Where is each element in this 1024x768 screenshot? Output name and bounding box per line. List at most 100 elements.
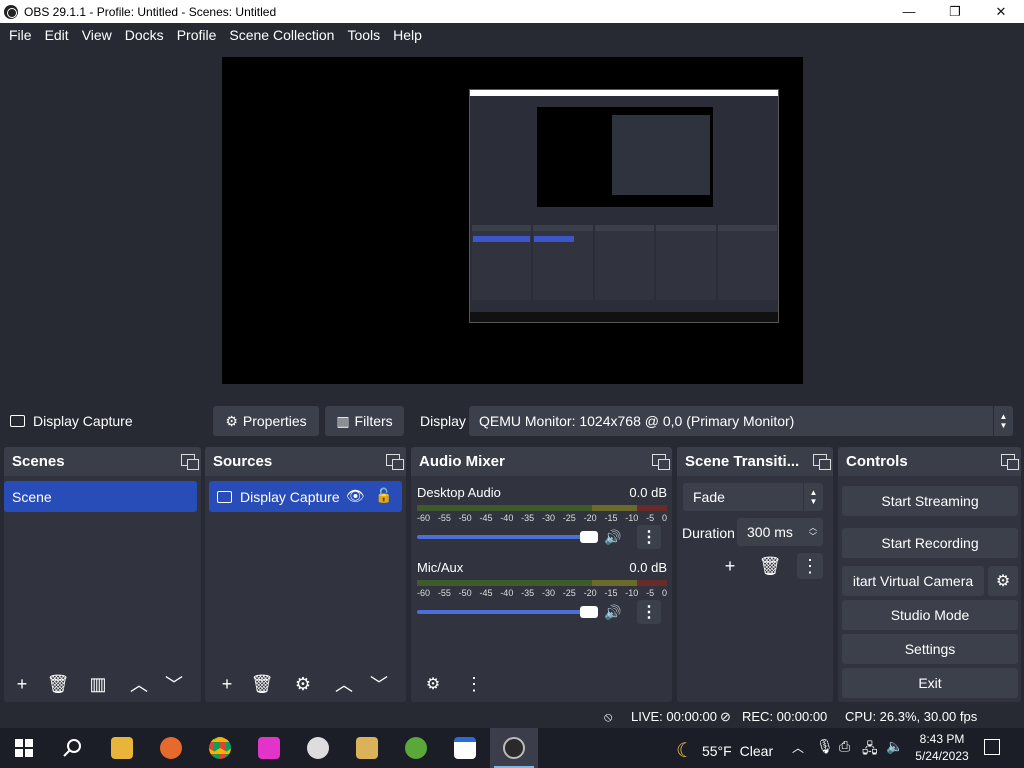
undock-icon[interactable] bbox=[1001, 454, 1019, 470]
start-button[interactable] bbox=[0, 728, 48, 768]
search-button[interactable] bbox=[48, 728, 96, 768]
volume-slider-handle[interactable] bbox=[580, 531, 598, 543]
undock-icon[interactable] bbox=[813, 454, 831, 470]
menu-tools[interactable]: Tools bbox=[342, 27, 385, 43]
plus-icon: + bbox=[724, 555, 736, 576]
channel-db: 0.0 dB bbox=[629, 485, 667, 500]
menu-view[interactable]: View bbox=[77, 27, 117, 43]
lock-icon[interactable]: 🔓 bbox=[375, 487, 392, 504]
virtual-camera-settings-button[interactable]: ⚙ bbox=[988, 566, 1018, 596]
audio-channel: Mic/Aux 0.0 dB -60 -55 -50 -45 -40 -35 -30 -25-… bbox=[417, 560, 667, 624]
taskbar-app-face[interactable] bbox=[294, 728, 342, 768]
chevron-updown-icon: ▲ ▼ bbox=[803, 483, 823, 511]
display-select-value: QEMU Monitor: 1024x768 @ 0,0 (Primary Mo… bbox=[479, 413, 795, 429]
window-icon bbox=[454, 737, 476, 759]
chrome-icon bbox=[209, 737, 231, 759]
volume-slider[interactable] bbox=[417, 610, 587, 614]
speaker-icon[interactable]: 🔊 bbox=[604, 529, 621, 546]
start-streaming-button[interactable]: Start Streaming bbox=[842, 486, 1018, 516]
studio-mode-button[interactable]: Studio Mode bbox=[842, 600, 1018, 630]
minimize-button[interactable]: — bbox=[886, 0, 932, 23]
taskbar-app-pink[interactable] bbox=[245, 728, 293, 768]
remove-transition-button[interactable]: 🗑 bbox=[757, 553, 783, 579]
system-clock[interactable]: 8:43 PM 5/24/2023 bbox=[912, 731, 972, 765]
maximize-button[interactable]: ❐ bbox=[932, 0, 978, 23]
more-vertical-icon: ⋮ bbox=[465, 673, 483, 694]
settings-button[interactable]: Settings bbox=[842, 634, 1018, 664]
taskbar-obs[interactable] bbox=[490, 728, 538, 768]
taskbar-app-green[interactable] bbox=[392, 728, 440, 768]
add-transition-button[interactable]: + bbox=[717, 553, 743, 579]
volume-slider-handle[interactable] bbox=[580, 606, 598, 618]
meter-ticks: -60 -55 -50 -45 -40 -35 -30 -25 -20 -15 -10 -5 0 bbox=[417, 588, 667, 598]
trash-icon: 🗑 bbox=[250, 673, 274, 694]
scene-item[interactable]: Scene bbox=[4, 481, 197, 512]
firefox-icon bbox=[160, 737, 182, 759]
undock-icon[interactable] bbox=[181, 454, 199, 470]
channel-menu-button[interactable]: ⋮ bbox=[637, 525, 661, 549]
taskbar-app-window[interactable] bbox=[441, 728, 489, 768]
move-scene-down-button[interactable]: ﹀ bbox=[161, 671, 187, 697]
audio-menu-button[interactable]: ⋮ bbox=[461, 671, 487, 697]
properties-button[interactable]: ⚙ Properties bbox=[213, 406, 319, 436]
chevron-up-icon[interactable]: ︿ bbox=[792, 739, 804, 756]
scene-item-label: Scene bbox=[12, 488, 52, 505]
volume-icon[interactable]: 🔈 bbox=[886, 738, 903, 755]
meter-ticks: -60 -55 -50 -45 -40 -35 -30 -25 -20 -15 -10 -5 0 bbox=[417, 513, 667, 523]
controls-dock: Controls Start Streaming Start Recording… bbox=[838, 447, 1021, 702]
menu-edit[interactable]: Edit bbox=[40, 27, 74, 43]
menu-scene-collection[interactable]: Scene Collection bbox=[224, 27, 339, 43]
start-virtual-camera-button[interactable]: itart Virtual Camera bbox=[842, 566, 984, 596]
taskbar-chrome[interactable] bbox=[196, 728, 244, 768]
taskbar-file-explorer[interactable] bbox=[98, 728, 146, 768]
camera-icon[interactable]: ⎙ bbox=[839, 738, 850, 755]
duration-spinbox[interactable]: 300 ms ︿ ﹀ bbox=[737, 518, 823, 546]
undock-icon[interactable] bbox=[386, 454, 404, 470]
menu-file[interactable]: File bbox=[4, 27, 37, 43]
channel-name: Desktop Audio bbox=[417, 485, 501, 500]
more-vertical-icon: ⋮ bbox=[641, 529, 657, 546]
channel-menu-button[interactable]: ⋮ bbox=[637, 600, 661, 624]
scene-filters-button[interactable]: ▥ bbox=[85, 671, 111, 697]
menu-profile[interactable]: Profile bbox=[172, 27, 222, 43]
remove-scene-button[interactable]: 🗑 bbox=[45, 671, 71, 697]
preview-canvas[interactable] bbox=[222, 57, 803, 384]
menu-help[interactable]: Help bbox=[388, 27, 427, 43]
volume-slider[interactable] bbox=[417, 535, 587, 539]
taskbar-app-files[interactable] bbox=[343, 728, 391, 768]
network-icon[interactable]: 🖧 bbox=[862, 738, 878, 762]
scenes-title: Scenes bbox=[12, 453, 65, 470]
transition-menu-button[interactable]: ⋮ bbox=[797, 553, 823, 579]
gear-icon: ⚙ bbox=[425, 676, 441, 693]
spin-arrows-icon: ︿ ﹀ bbox=[809, 523, 817, 541]
audio-settings-button[interactable]: ⚙ bbox=[420, 671, 446, 697]
move-source-up-button[interactable]: ︿ bbox=[331, 671, 357, 697]
source-properties-button[interactable]: ⚙ bbox=[290, 671, 316, 697]
remove-source-button[interactable]: 🗑 bbox=[249, 671, 275, 697]
taskbar-firefox[interactable] bbox=[147, 728, 195, 768]
sources-dock: Sources Display Capture 👁 🔓 + 🗑 ⚙ ︿ ﹀ bbox=[205, 447, 406, 702]
add-scene-button[interactable]: + bbox=[9, 671, 35, 697]
notification-icon[interactable] bbox=[984, 739, 1000, 755]
exit-button[interactable]: Exit bbox=[842, 668, 1018, 698]
menu-docks[interactable]: Docks bbox=[120, 27, 169, 43]
close-button[interactable]: ✕ bbox=[978, 0, 1024, 23]
clock-date: 5/24/2023 bbox=[915, 749, 969, 763]
add-source-button[interactable]: + bbox=[214, 671, 240, 697]
start-recording-button[interactable]: Start Recording bbox=[842, 528, 1018, 558]
source-item[interactable]: Display Capture 👁 🔓 bbox=[209, 481, 402, 512]
weather-widget[interactable]: ☾ 55°F Clear bbox=[676, 738, 773, 763]
eye-icon[interactable]: 👁 bbox=[346, 487, 365, 505]
speaker-icon[interactable]: 🔊 bbox=[604, 604, 621, 621]
volume-meter bbox=[417, 580, 667, 586]
duration-value: 300 ms bbox=[747, 524, 793, 540]
display-select[interactable]: QEMU Monitor: 1024x768 @ 0,0 (Primary Mo… bbox=[469, 406, 1013, 436]
undock-icon[interactable] bbox=[652, 454, 670, 470]
transition-select[interactable]: Fade ▲ ▼ bbox=[683, 483, 823, 511]
move-source-down-button[interactable]: ﹀ bbox=[366, 671, 392, 697]
microphone-icon[interactable]: 🎙 bbox=[816, 738, 834, 755]
filters-button[interactable]: ▥ Filters bbox=[325, 406, 404, 436]
title-bar: OBS 29.1.1 - Profile: Untitled - Scenes:… bbox=[0, 0, 1024, 23]
move-scene-up-button[interactable]: ︿ bbox=[126, 671, 152, 697]
audio-mixer-title: Audio Mixer bbox=[419, 453, 505, 470]
